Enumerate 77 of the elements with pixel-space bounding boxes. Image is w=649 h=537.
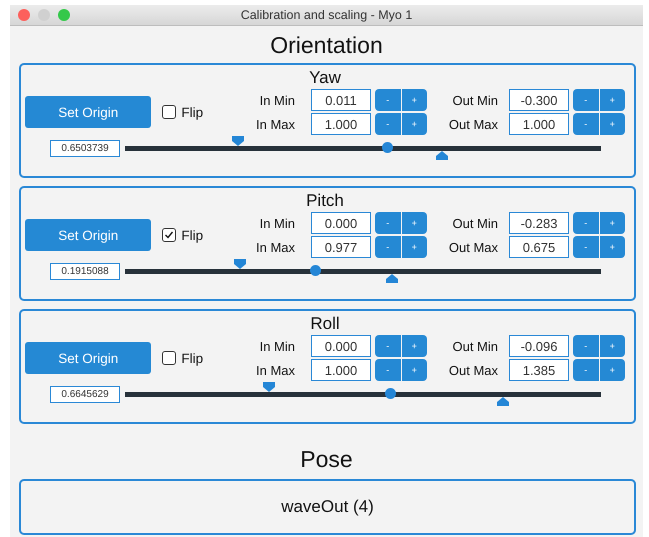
number-field[interactable]: 1.000	[509, 113, 569, 135]
field-label: Out Max	[448, 116, 499, 132]
increment-button[interactable]: +	[600, 236, 625, 258]
upper-marker[interactable]	[496, 397, 509, 406]
upper-marker[interactable]	[386, 274, 398, 283]
value-readout[interactable]: 0.6645629	[50, 386, 120, 402]
number-field[interactable]: -0.283	[509, 212, 569, 234]
number-field[interactable]: 0.000	[311, 335, 371, 357]
increment-button[interactable]: +	[402, 236, 427, 258]
panel-title: Pitch	[306, 190, 344, 212]
number-field[interactable]: 1.000	[311, 113, 371, 135]
increment-button[interactable]: +	[402, 89, 427, 111]
increment-button[interactable]: +	[402, 113, 427, 135]
slider-thumb[interactable]	[310, 265, 322, 276]
set-origin-button[interactable]: Set Origin	[25, 96, 152, 128]
panel-title: Yaw	[309, 67, 341, 89]
field-label: In Min	[258, 338, 296, 354]
set-origin-button[interactable]: Set Origin	[25, 219, 152, 251]
check-icon	[164, 230, 174, 240]
field-label: Out Min	[451, 338, 499, 354]
panel-title: Roll	[310, 313, 340, 335]
field-label: Out Min	[451, 216, 499, 230]
flip-checkbox[interactable]	[162, 228, 176, 242]
section-heading: Pose	[299, 446, 354, 473]
flip-checkbox[interactable]	[162, 351, 176, 365]
number-field[interactable]: 0.675	[509, 236, 569, 258]
increment-button[interactable]: +	[600, 335, 625, 357]
decrement-button[interactable]: -	[573, 335, 598, 357]
flip-label: Flip	[181, 228, 204, 242]
decrement-button[interactable]: -	[375, 335, 400, 357]
window-title: Calibration and scaling - Myo 1	[240, 8, 414, 22]
increment-button[interactable]: +	[402, 359, 427, 381]
decrement-button[interactable]: -	[375, 212, 400, 234]
number-field[interactable]: 1.000	[311, 359, 371, 381]
decrement-button[interactable]: -	[573, 89, 598, 111]
increment-button[interactable]: +	[402, 335, 427, 357]
decrement-button[interactable]: -	[573, 236, 598, 258]
field-label: In Min	[258, 216, 296, 230]
decrement-button[interactable]: -	[375, 236, 400, 258]
number-field[interactable]: 0.011	[311, 89, 371, 111]
lower-marker[interactable]	[263, 382, 276, 392]
increment-button[interactable]: +	[600, 212, 625, 234]
decrement-button[interactable]: -	[375, 359, 400, 381]
increment-button[interactable]: +	[600, 89, 625, 111]
flip-checkbox[interactable]	[162, 105, 176, 119]
flip-label: Flip	[181, 350, 204, 366]
increment-button[interactable]: +	[600, 113, 625, 135]
field-label: In Min	[258, 92, 296, 108]
number-field[interactable]: 0.000	[311, 212, 371, 234]
decrement-button[interactable]: -	[573, 359, 598, 381]
field-label: In Max	[254, 362, 296, 378]
number-field[interactable]: 0.977	[311, 236, 371, 258]
field-label: Out Min	[451, 92, 499, 108]
section-heading: Orientation	[269, 32, 384, 59]
increment-button[interactable]: +	[402, 212, 427, 234]
field-label: In Max	[254, 116, 296, 132]
slider-thumb[interactable]	[382, 142, 393, 153]
value-readout[interactable]: 0.1915088	[50, 262, 120, 280]
lower-marker[interactable]	[234, 259, 246, 269]
number-field[interactable]: 1.385	[509, 359, 569, 381]
slider-thumb[interactable]	[384, 388, 396, 399]
pose-value: waveOut (4)	[281, 497, 374, 517]
increment-button[interactable]: +	[600, 359, 625, 381]
decrement-button[interactable]: -	[573, 212, 598, 234]
value-readout[interactable]: 0.6503739	[50, 140, 120, 156]
number-field[interactable]: -0.300	[509, 89, 569, 111]
decrement-button[interactable]: -	[375, 89, 400, 111]
decrement-button[interactable]: -	[573, 113, 598, 135]
decrement-button[interactable]: -	[375, 113, 400, 135]
number-field[interactable]: -0.096	[509, 335, 569, 357]
set-origin-button[interactable]: Set Origin	[25, 342, 152, 374]
field-label: Out Max	[448, 362, 499, 378]
upper-marker[interactable]	[436, 151, 448, 160]
field-label: In Max	[254, 240, 296, 254]
field-label: Out Max	[448, 240, 499, 254]
flip-label: Flip	[181, 104, 204, 120]
lower-marker[interactable]	[232, 136, 244, 146]
